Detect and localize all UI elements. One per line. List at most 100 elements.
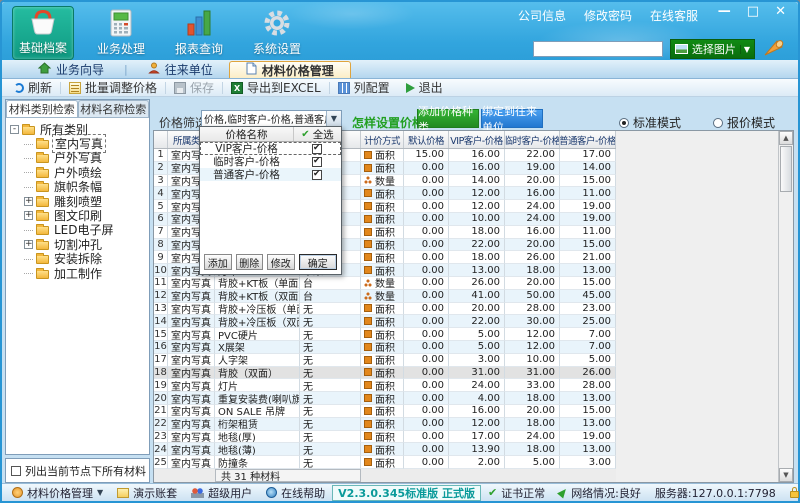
cell-price: 18.00 — [505, 392, 560, 405]
cell-material-name: 灯片 — [215, 379, 300, 392]
expand-icon[interactable]: + — [24, 240, 33, 249]
nav-system-settings[interactable]: 系统设置 — [246, 6, 308, 60]
table-row[interactable]: 11室内写真背胶+KT板（单面）台数量0.0026.0020.0015.00 — [154, 277, 616, 290]
expand-icon[interactable]: + — [24, 211, 33, 220]
table-row[interactable]: 18室内写真背胶（双面）无面积0.0031.0031.0026.00 — [154, 367, 616, 380]
online-help-icon — [266, 487, 277, 498]
status-super-user[interactable]: 超级用户 — [187, 485, 256, 501]
scrollbar-thumb[interactable] — [780, 146, 792, 192]
table-row[interactable]: 15室内写真PVC硬片无面积0.005.0012.007.00 — [154, 328, 616, 341]
batch-adjust-price-button[interactable]: 批量调整价格 — [61, 79, 165, 96]
status-material-price-manage[interactable]: 材料价格管理▼ — [8, 485, 107, 501]
bind-to-partner-button[interactable]: 绑定到往来单位 — [481, 109, 543, 128]
header-normal-price[interactable]: 普通客户-价格 — [560, 131, 616, 148]
tab-business-wizard[interactable]: 业务向导 — [22, 61, 120, 78]
table-row[interactable]: 13室内写真背胶+冷压板（单面）无面积0.0020.0028.0023.00 — [154, 303, 616, 316]
material-count-label: 共 31 种材料 — [215, 469, 361, 482]
cell-pricing-method: 面积 — [361, 149, 404, 162]
area-icon — [364, 151, 372, 159]
cell-price: 5.00 — [505, 456, 560, 469]
table-row[interactable]: 23室内写真地毯(厚)无面积0.0017.0024.0019.00 — [154, 431, 616, 444]
header-default-price[interactable]: 默认价格 — [404, 131, 449, 148]
maximize-button[interactable]: □ — [747, 4, 759, 19]
area-icon — [364, 407, 372, 415]
list-all-checkbox[interactable] — [11, 466, 21, 476]
chevron-down-icon[interactable]: ▼ — [740, 45, 750, 54]
cell-price: 0.00 — [404, 175, 449, 188]
vip-checkbox[interactable] — [312, 144, 322, 154]
tab-material-price-management[interactable]: 材料价格管理 — [229, 61, 351, 78]
basket-icon — [28, 7, 58, 39]
image-search-input[interactable] — [533, 41, 663, 57]
refresh-button[interactable]: 刷新 — [6, 79, 60, 96]
scroll-down-icon[interactable]: ▼ — [779, 468, 793, 482]
action-toolbar: 刷新 批量调整价格 保存 导出到EXCEL 列配置 退出 — [2, 79, 798, 97]
cell-price: 0.00 — [404, 354, 449, 367]
add-price-type-button[interactable]: 添加价格种类 — [417, 109, 479, 128]
cell-price: 19.00 — [560, 431, 616, 444]
export-excel-button[interactable]: 导出到EXCEL — [223, 79, 329, 96]
popup-modify-button[interactable]: 修改 — [267, 254, 295, 270]
table-row[interactable]: 22室内写真桁架租赁无面积0.0012.0018.0013.00 — [154, 418, 616, 431]
popup-row-normal[interactable]: 普通客户-价格 — [200, 168, 341, 181]
exit-button[interactable]: 退出 — [398, 79, 451, 96]
close-button[interactable]: ✕ — [775, 4, 786, 19]
tab-partners[interactable]: 往来单位 — [132, 61, 229, 78]
tab-name-search[interactable]: 材料名称检索 — [78, 100, 150, 117]
pick-image-button[interactable]: 选择图片 ▼ — [670, 39, 755, 59]
header-pricing-method[interactable]: 计价方式 — [361, 131, 404, 148]
chevron-down-icon[interactable]: ▼ — [97, 488, 103, 497]
status-online-help[interactable]: 在线帮助 — [262, 485, 329, 501]
popup-add-button[interactable]: 添加 — [204, 254, 232, 270]
table-row[interactable]: 21室内写真ON SALE 吊牌无面积0.0016.0020.0015.00 — [154, 405, 616, 418]
menu-company-info[interactable]: 公司信息 — [518, 7, 566, 24]
popup-delete-button[interactable]: 删除 — [236, 254, 264, 270]
status-label: 在线帮助 — [281, 485, 325, 501]
expand-icon[interactable]: + — [24, 197, 33, 206]
table-row[interactable]: 20室内写真重复安装费(喇叭旗/门无面积0.004.0018.0013.00 — [154, 392, 616, 405]
tab-category-search[interactable]: 材料类别检索 — [6, 100, 78, 117]
nav-report-query[interactable]: 报表查询 — [168, 6, 230, 60]
popup-col-select-all[interactable]: ✔全选 — [294, 127, 341, 142]
minimize-button[interactable]: — — [718, 4, 731, 19]
quote-mode-radio[interactable]: 报价模式 — [713, 114, 775, 131]
vertical-scrollbar[interactable]: ▲ ▼ — [778, 131, 793, 482]
menu-change-password[interactable]: 修改密码 — [584, 7, 632, 24]
nav-business-process[interactable]: 业务处理 — [90, 6, 152, 60]
temp-checkbox[interactable] — [312, 157, 322, 167]
table-row[interactable]: 16室内写真X展架无面积0.005.0012.007.00 — [154, 341, 616, 354]
chevron-down-icon[interactable]: ▼ — [326, 111, 341, 126]
scroll-up-icon[interactable]: ▲ — [779, 131, 793, 145]
price-filter-combo[interactable]: 价格,临时客户-价格,普通客户-价格 ▼ — [201, 110, 342, 127]
folder-icon — [36, 183, 49, 192]
table-row[interactable]: 14室内写真背胶+冷压板（双面）无面积0.0022.0030.0025.00 — [154, 315, 616, 328]
cell-price: 16.00 — [449, 149, 505, 162]
cell-price: 30.00 — [505, 315, 560, 328]
column-config-button[interactable]: 列配置 — [330, 79, 398, 96]
table-row[interactable]: 19室内写真灯片无面积0.0024.0033.0028.00 — [154, 379, 616, 392]
collapse-icon[interactable]: - — [10, 125, 19, 134]
cell-price: 5.00 — [449, 341, 505, 354]
status-label: 超级用户 — [208, 485, 252, 501]
lock-screen-button[interactable]: 锁屏 — [786, 485, 800, 501]
standard-mode-radio[interactable]: 标准模式 — [619, 114, 681, 131]
nav-basic-archives[interactable]: 基础档案 — [12, 6, 74, 60]
cell-unit: 无 — [300, 431, 361, 444]
popup-ok-button[interactable]: 确定 — [299, 254, 337, 270]
status-demo-account[interactable]: 演示账套 — [113, 485, 181, 501]
tree-item[interactable]: 加工制作 — [8, 266, 147, 280]
table-row[interactable]: 24室内写真地毯(薄)无面积0.0013.9018.0013.00 — [154, 443, 616, 456]
action-label: 列配置 — [354, 79, 390, 96]
horn-icon[interactable] — [762, 37, 784, 61]
tab-label: 材料价格管理 — [262, 62, 334, 79]
menu-online-service[interactable]: 在线客服 — [650, 7, 698, 24]
table-row[interactable]: 17室内写真人字架无面积0.003.0010.005.00 — [154, 354, 616, 367]
table-row[interactable]: 12室内写真背胶+KT板（双面）台数量0.0041.0050.0045.00 — [154, 290, 616, 303]
header-temp-price[interactable]: 临时客户-价格 — [505, 131, 560, 148]
cell-price: 15.00 — [560, 405, 616, 418]
cell-unit: 无 — [300, 379, 361, 392]
header-vip-price[interactable]: VIP客户-价格 — [449, 131, 505, 148]
normal-checkbox[interactable] — [312, 170, 322, 180]
save-button[interactable]: 保存 — [166, 79, 222, 96]
action-label: 批量调整价格 — [85, 79, 157, 96]
